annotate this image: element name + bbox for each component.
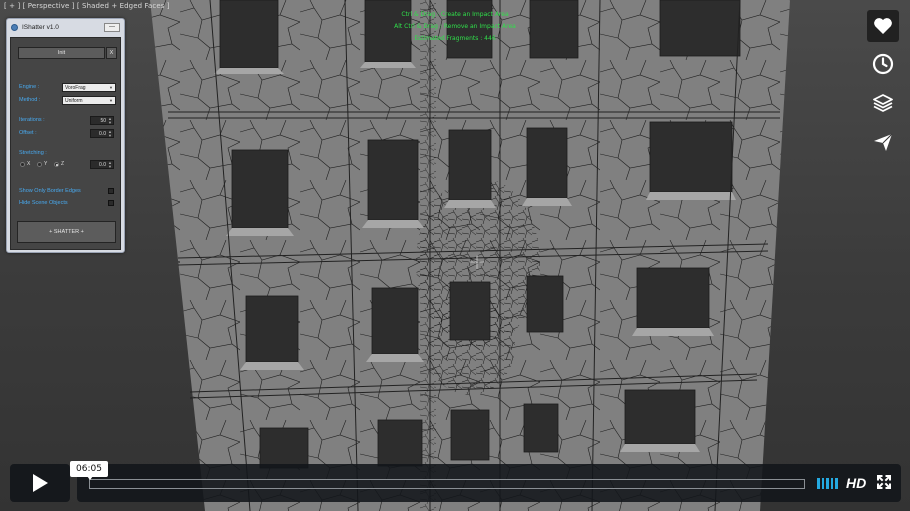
method-select[interactable]: Uniform ▼ bbox=[62, 96, 116, 105]
hd-toggle[interactable]: HD bbox=[846, 475, 866, 491]
offset-spinner[interactable]: 0.0 ▲ ▼ bbox=[90, 129, 114, 138]
shatter-button[interactable]: + SHATTER + bbox=[17, 221, 116, 243]
axis-z-label: Z bbox=[61, 161, 65, 167]
app-logo-icon bbox=[11, 23, 18, 31]
axis-x-label: X bbox=[27, 161, 31, 167]
engine-label: Engine : bbox=[19, 84, 40, 90]
axis-y-radio[interactable] bbox=[37, 162, 42, 167]
method-value: Uniform bbox=[65, 97, 83, 104]
heart-icon bbox=[874, 18, 892, 34]
engine-value: VoroFrag bbox=[65, 84, 86, 91]
play-button[interactable] bbox=[10, 464, 70, 502]
hint-create-impact: Ctrl & Drag : Create an Impact Area bbox=[401, 11, 509, 18]
axis-y-label: Y bbox=[44, 161, 48, 167]
ishatter-panel: IShatter v1.0 — Init X Engine : VoroFrag… bbox=[6, 18, 125, 253]
engine-select[interactable]: VoroFrag ▼ bbox=[62, 83, 116, 92]
building-scene bbox=[150, 0, 790, 511]
clear-button[interactable]: X bbox=[106, 47, 117, 59]
fullscreen-icon[interactable] bbox=[877, 475, 891, 489]
viewport-label[interactable]: [ + ] [ Perspective ] [ Shaded + Edged F… bbox=[4, 2, 170, 10]
panel-titlebar[interactable]: IShatter v1.0 — bbox=[7, 19, 124, 35]
hide-scene-checkbox[interactable] bbox=[108, 200, 114, 206]
clock-icon bbox=[872, 53, 894, 75]
collections-button[interactable] bbox=[867, 87, 899, 119]
iterations-value: 50 bbox=[100, 117, 106, 124]
time-tooltip: 06:05 bbox=[70, 461, 108, 480]
border-edges-label: Show Only Border Edges bbox=[19, 188, 81, 194]
like-button[interactable] bbox=[867, 10, 899, 42]
3d-viewport[interactable]: [ + ] [ Perspective ] [ Shaded + Edged F… bbox=[0, 0, 910, 511]
stretch-spinner[interactable]: 0.0 ▲ ▼ bbox=[90, 160, 114, 169]
watch-later-button[interactable] bbox=[867, 48, 899, 80]
hint-remove-impact: Alt Ctrl & Drag : Remove an Impact Area bbox=[394, 23, 516, 30]
border-edges-checkbox[interactable] bbox=[108, 188, 114, 194]
send-icon bbox=[874, 133, 893, 151]
progress-track[interactable] bbox=[89, 479, 805, 489]
share-button[interactable] bbox=[867, 126, 899, 158]
panel-title: IShatter v1.0 bbox=[22, 23, 59, 31]
play-icon bbox=[33, 474, 48, 492]
chevron-down-icon: ▼ bbox=[109, 85, 113, 90]
spinner-arrows-icon[interactable]: ▲ ▼ bbox=[108, 161, 112, 169]
layers-icon bbox=[873, 94, 893, 112]
method-label: Method : bbox=[19, 97, 41, 103]
hint-estimated-fragments: Estimated Fragments : 446 bbox=[414, 35, 496, 42]
stretching-label: Stretching : bbox=[19, 150, 47, 156]
spinner-arrows-icon[interactable]: ▲ ▼ bbox=[108, 117, 112, 125]
control-bar: HD bbox=[77, 464, 901, 502]
stretch-value: 0.0 bbox=[99, 161, 106, 168]
player-controls: HD 06:05 bbox=[0, 460, 910, 511]
offset-value: 0.0 bbox=[99, 130, 106, 137]
iterations-label: Iterations : bbox=[19, 117, 45, 123]
panel-body: Init X Engine : VoroFrag ▼ Method : Unif… bbox=[10, 37, 121, 250]
axis-z-radio[interactable] bbox=[54, 162, 59, 167]
iterations-spinner[interactable]: 50 ▲ ▼ bbox=[90, 116, 114, 125]
hide-scene-label: Hide Scene Objects bbox=[19, 200, 68, 206]
volume-control[interactable] bbox=[817, 478, 838, 489]
offset-label: Offset : bbox=[19, 130, 37, 136]
chevron-down-icon: ▼ bbox=[109, 98, 113, 103]
axis-x-radio[interactable] bbox=[20, 162, 25, 167]
minimize-button[interactable]: — bbox=[104, 22, 120, 32]
init-button[interactable]: Init bbox=[18, 47, 105, 59]
spinner-arrows-icon[interactable]: ▲ ▼ bbox=[108, 130, 112, 138]
